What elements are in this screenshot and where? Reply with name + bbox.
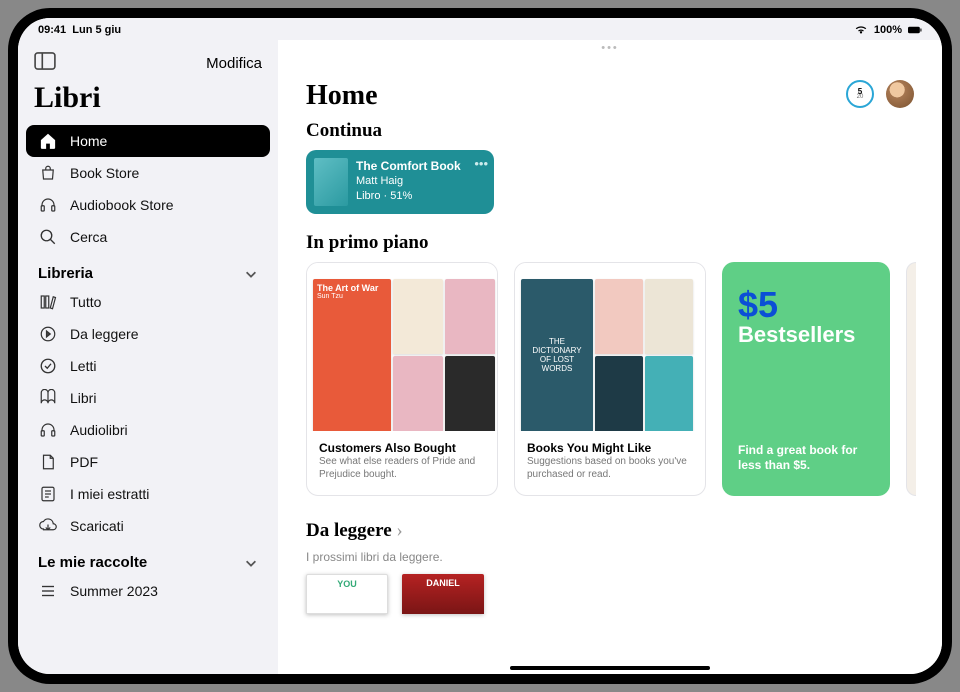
battery-icon	[908, 25, 922, 35]
continue-book-author: Matt Haig	[356, 174, 486, 189]
page-title: Home	[306, 80, 378, 112]
toread-book[interactable]: YOU	[306, 574, 388, 614]
wifi-icon	[854, 25, 868, 35]
promo-card-next-peek[interactable]	[906, 262, 916, 496]
sidebar-label: Home	[70, 133, 107, 149]
sidebar-label: Audiolibri	[70, 422, 128, 438]
continue-book-progress: Libro · 51%	[356, 189, 486, 204]
multitask-handle-icon[interactable]: •••	[601, 42, 619, 54]
edit-button[interactable]: Modifica	[206, 55, 262, 72]
status-bar: 09:41 Lun 5 giu 100%	[18, 18, 942, 40]
chevron-down-icon	[244, 267, 258, 281]
sidebar-item-samples[interactable]: I miei estratti	[26, 478, 270, 510]
promo-desc: Suggestions based on books you've purcha…	[527, 455, 693, 481]
sidebar-item-audiobooks[interactable]: Audiolibri	[26, 414, 270, 446]
reading-goal-badge[interactable]: 5 20	[846, 80, 874, 108]
app-title: Libri	[18, 81, 278, 125]
sidebar-item-downloaded[interactable]: Scaricati	[26, 510, 270, 542]
promo-art: The Art of WarSun Tzu	[307, 263, 497, 431]
sidebar-label: Cerca	[70, 229, 107, 245]
cloud-download-icon	[38, 517, 58, 535]
promo-label: Bestsellers	[738, 322, 874, 348]
sidebar-item-audiobookstore[interactable]: Audiobook Store	[26, 189, 270, 221]
sidebar-label: Tutto	[70, 294, 101, 310]
more-icon[interactable]: •••	[474, 156, 488, 171]
headphones-icon	[38, 196, 58, 214]
sidebar-item-collection[interactable]: Summer 2023	[26, 575, 270, 607]
featured-carousel[interactable]: The Art of WarSun Tzu Customers	[278, 262, 942, 514]
promo-desc: See what else readers of Pride and Preju…	[319, 455, 485, 481]
promo-art: THE DICTIONARY OF LOST WORDS	[515, 263, 705, 431]
battery-percent: 100%	[874, 24, 902, 36]
section-label: Libreria	[38, 265, 93, 282]
main-content: ••• Home 5 20 Continua The Com	[278, 40, 942, 674]
collections-section-toggle[interactable]: Le mie raccolte	[18, 542, 278, 575]
continue-book-title: The Comfort Book	[356, 158, 486, 174]
search-icon	[38, 228, 58, 246]
sidebar-item-pdf[interactable]: PDF	[26, 446, 270, 478]
status-time: 09:41 Lun 5 giu	[38, 24, 121, 36]
sidebar-label: Book Store	[70, 165, 139, 181]
home-indicator[interactable]	[510, 666, 710, 670]
promo-card-you-might-like[interactable]: THE DICTIONARY OF LOST WORDS Boo	[514, 262, 706, 496]
headphones-icon	[38, 421, 58, 439]
toread-carousel[interactable]: YOU DANIEL	[278, 570, 942, 614]
sidebar-label: Libri	[70, 390, 96, 406]
promo-price: $5	[738, 284, 874, 326]
sidebar-label: Summer 2023	[70, 583, 158, 599]
lines-icon	[38, 485, 58, 503]
sidebar-label: Letti	[70, 358, 96, 374]
continue-reading-card[interactable]: The Comfort Book Matt Haig Libro · 51% •…	[306, 150, 494, 214]
book-icon	[38, 389, 58, 407]
book-cover-thumb	[314, 158, 348, 206]
sidebar-item-home[interactable]: Home	[26, 125, 270, 157]
promo-tagline: Find a great book for less than $5.	[738, 443, 874, 474]
document-icon	[38, 453, 58, 471]
bag-icon	[38, 164, 58, 182]
promo-card-bestsellers[interactable]: $5 Bestsellers Find a great book for les…	[722, 262, 890, 496]
sidebar-label: PDF	[70, 454, 98, 470]
continue-section-title: Continua	[278, 114, 942, 150]
section-label: Le mie raccolte	[38, 554, 147, 571]
featured-section-title: In primo piano	[278, 214, 942, 262]
sidebar-label: Scaricati	[70, 518, 124, 534]
next-icon	[38, 325, 58, 343]
sidebar-item-all[interactable]: Tutto	[26, 286, 270, 318]
sidebar-label: Audiobook Store	[70, 197, 174, 213]
sidebar-item-search[interactable]: Cerca	[26, 221, 270, 253]
check-icon	[38, 357, 58, 375]
sidebar-label: I miei estratti	[70, 486, 149, 502]
toread-section-title[interactable]: Da leggere ›	[278, 514, 942, 550]
bookshelf-icon	[38, 293, 58, 311]
promo-title: Customers Also Bought	[319, 441, 485, 455]
sidebar-item-wanttoread[interactable]: Da leggere	[26, 318, 270, 350]
sidebar: Modifica Libri Home Book Store Audiobook…	[18, 40, 278, 674]
chevron-down-icon	[244, 556, 258, 570]
library-section-toggle[interactable]: Libreria	[18, 253, 278, 286]
sidebar-item-books[interactable]: Libri	[26, 382, 270, 414]
home-icon	[38, 132, 58, 150]
promo-title: Books You Might Like	[527, 441, 693, 455]
list-icon	[38, 582, 58, 600]
sidebar-label: Da leggere	[70, 326, 139, 342]
account-avatar[interactable]	[886, 80, 914, 108]
toread-book[interactable]: DANIEL	[402, 574, 484, 614]
promo-card-customers-bought[interactable]: The Art of WarSun Tzu Customers	[306, 262, 498, 496]
sidebar-item-finished[interactable]: Letti	[26, 350, 270, 382]
sidebar-item-bookstore[interactable]: Book Store	[26, 157, 270, 189]
toread-section-subtitle: I prossimi libri da leggere.	[278, 550, 942, 570]
sidebar-toggle-icon[interactable]	[34, 52, 56, 75]
